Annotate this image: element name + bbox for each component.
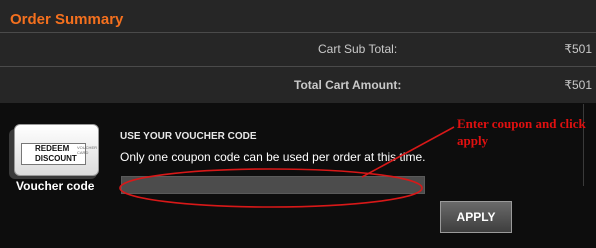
annotation-text: Enter coupon and click apply: [457, 116, 586, 148]
subtotal-value: ₹501: [564, 42, 592, 56]
voucher-card-small-text: VOUCHER CARD: [77, 145, 98, 155]
summary-divider: [0, 32, 596, 33]
voucher-caption: Voucher code: [16, 179, 95, 193]
apply-button[interactable]: APPLY: [440, 201, 512, 233]
voucher-note: Only one coupon code can be used per ord…: [120, 150, 426, 164]
total-value: ₹501: [564, 78, 592, 92]
order-summary-title: Order Summary: [10, 11, 124, 28]
coupon-code-input[interactable]: [121, 176, 425, 194]
voucher-heading: USE YOUR VOUCHER CODE: [120, 131, 257, 142]
voucher-card-icon: REDEEM DISCOUNT VOUCHER CARD: [14, 124, 99, 176]
voucher-card-text: REDEEM DISCOUNT: [35, 144, 77, 163]
total-label: Total Cart Amount:: [294, 78, 402, 92]
summary-divider: [0, 66, 596, 67]
order-summary-panel: Order Summary Cart Sub Total: ₹501 Total…: [0, 0, 596, 103]
subtotal-label: Cart Sub Total:: [318, 42, 398, 56]
